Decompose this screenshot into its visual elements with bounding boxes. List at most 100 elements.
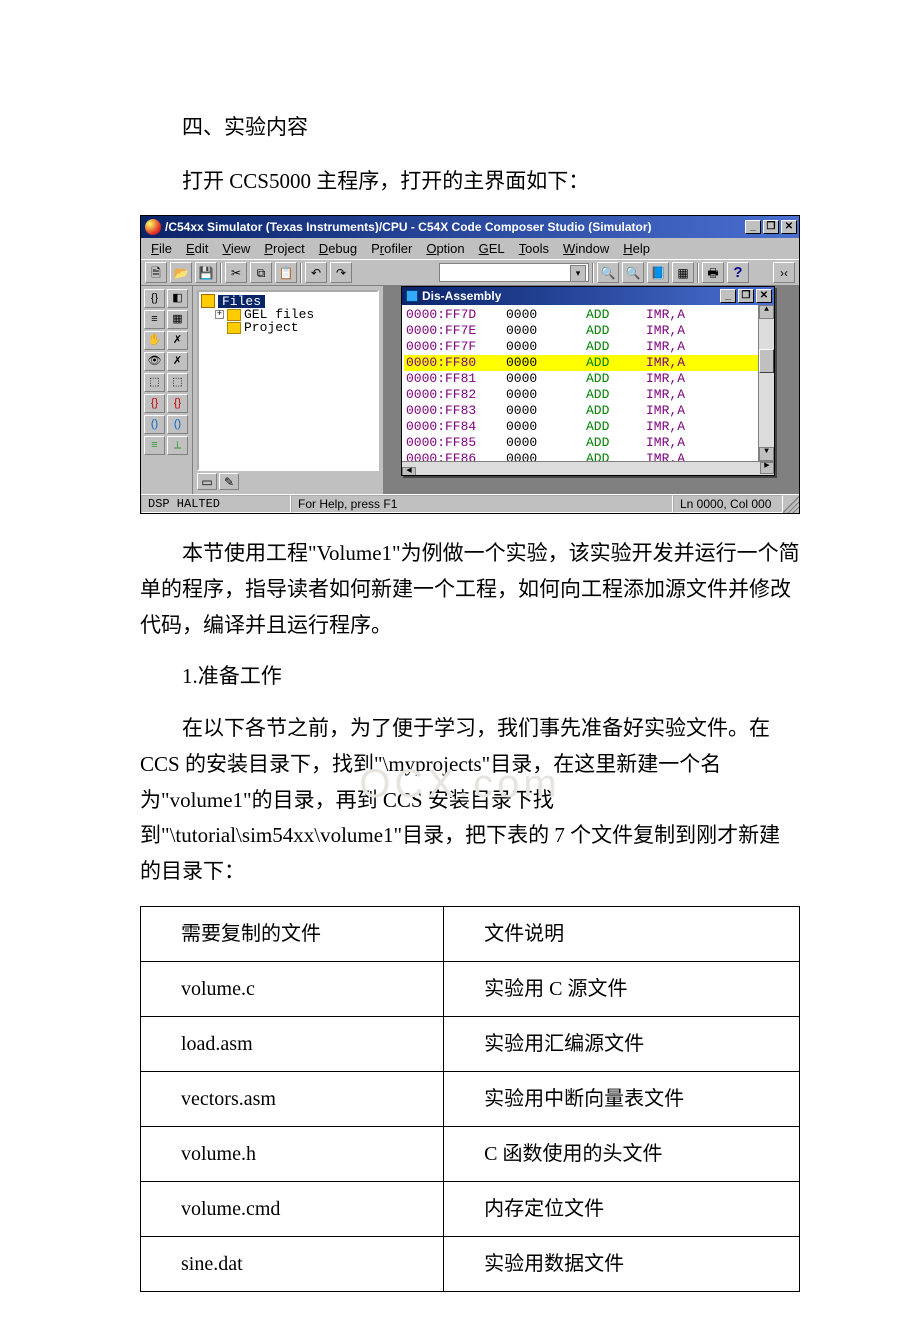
vertical-scrollbar[interactable]: ▲ ▼ — [758, 305, 774, 461]
disasm-addr: 0000:FF7E — [406, 323, 506, 339]
menu-view[interactable]: View — [216, 240, 256, 257]
table-cell-desc: 实验用中断向量表文件 — [444, 1071, 800, 1126]
project-tree-panel: Files + GEL files Project ▭ ✎ — [193, 286, 383, 494]
side-hand[interactable]: ✋ — [144, 331, 165, 350]
side-lines[interactable]: ≡ — [144, 310, 165, 329]
disasm-code: 0000 — [506, 323, 586, 339]
disasm-arg: IMR,A — [646, 387, 726, 403]
new-button[interactable]: 🗎 — [145, 262, 167, 283]
side-clear[interactable]: ✗ — [167, 331, 188, 350]
window-title: /C54xx Simulator (Texas Instruments)/CPU… — [165, 221, 745, 233]
disasm-row[interactable]: 0000:FF830000ADDIMR,A — [404, 403, 772, 419]
project-tree[interactable]: Files + GEL files Project — [197, 290, 379, 471]
menu-profiler[interactable]: Profiler — [365, 240, 418, 257]
status-bar: DSP HALTED For Help, press F1 Ln 0000, C… — [141, 494, 799, 513]
expand-icon[interactable]: + — [215, 310, 224, 319]
side-box2[interactable]: ⬚ — [167, 373, 188, 392]
side-split[interactable]: ◧ — [167, 289, 188, 308]
disasm-code: 0000 — [506, 307, 586, 323]
side-toggle-braces[interactable]: {} — [144, 289, 165, 308]
tree-item-project[interactable]: Project — [201, 321, 375, 334]
table-cell-file: sine.dat — [141, 1236, 444, 1291]
block-button[interactable]: ▦ — [672, 262, 694, 283]
disasm-row[interactable]: 0000:FF810000ADDIMR,A — [404, 371, 772, 387]
table-row: load.asm实验用汇编源文件 — [141, 1016, 800, 1071]
scroll-left-icon[interactable]: ◀ — [402, 467, 416, 475]
side-step-over[interactable]: {} — [167, 394, 188, 413]
disasm-addr: 0000:FF80 — [406, 355, 506, 371]
disasm-max-button[interactable]: ❐ — [738, 289, 754, 303]
status-position: Ln 0000, Col 000 — [673, 495, 783, 513]
scroll-right-icon[interactable]: ▶ — [760, 462, 774, 474]
cut-button[interactable]: ✂ — [225, 262, 247, 283]
resize-grip-icon[interactable] — [783, 495, 799, 513]
titlebar[interactable]: /C54xx Simulator (Texas Instruments)/CPU… — [141, 216, 799, 238]
undo-button[interactable]: ↶ — [305, 262, 327, 283]
disasm-row[interactable]: 0000:FF840000ADDIMR,A — [404, 419, 772, 435]
close-button[interactable]: ✕ — [781, 220, 797, 234]
copy-button[interactable]: ⧉ — [250, 262, 272, 283]
menu-window[interactable]: Window — [557, 240, 615, 257]
menu-option[interactable]: Option — [420, 240, 470, 257]
disasm-row[interactable]: 0000:FF820000ADDIMR,A — [404, 387, 772, 403]
config-dropdown[interactable] — [439, 263, 589, 282]
disasm-arg: IMR,A — [646, 355, 726, 371]
tree-tab-1[interactable]: ▭ — [197, 473, 217, 490]
find-button[interactable]: 🔍 — [597, 262, 619, 283]
minimize-button[interactable]: _ — [745, 220, 761, 234]
table-row: volume.hC 函数使用的头文件 — [141, 1126, 800, 1181]
print-button[interactable]: 🖶 — [702, 262, 724, 283]
disasm-row[interactable]: 0000:FF850000ADDIMR,A — [404, 435, 772, 451]
side-run[interactable]: ≡ — [144, 436, 165, 455]
find-next-button[interactable]: 🔍 — [622, 262, 644, 283]
menu-edit[interactable]: Edit — [180, 240, 214, 257]
menu-tools[interactable]: Tools — [513, 240, 555, 257]
tree-root-files[interactable]: Files — [218, 295, 265, 308]
side-grid[interactable]: ▦ — [167, 310, 188, 329]
files-table: 需要复制的文件 文件说明 volume.c实验用 C 源文件load.asm实验… — [140, 906, 800, 1292]
toolbar-separator — [220, 263, 222, 283]
files-icon — [201, 294, 215, 308]
menu-debug[interactable]: Debug — [313, 240, 363, 257]
toolbar-separator — [697, 263, 699, 283]
horizontal-scrollbar[interactable]: ◀ ▶ — [402, 461, 774, 475]
disasm-code: 0000 — [506, 355, 586, 371]
body-para-1: 本节使用工程"Volume1"为例做一个实验，该实验开发并运行一个简单的程序，指… — [140, 536, 800, 643]
menu-gel[interactable]: GEL — [473, 240, 511, 257]
maximize-button[interactable]: ❐ — [763, 220, 779, 234]
disasm-row[interactable]: 0000:FF7D0000ADDIMR,A — [404, 307, 772, 323]
open-button[interactable]: 📂 — [170, 262, 192, 283]
disasm-arg: IMR,A — [646, 323, 726, 339]
disasm-min-button[interactable]: _ — [720, 289, 736, 303]
disasm-close-button[interactable]: ✕ — [756, 289, 772, 303]
marker-button[interactable]: ›‹ — [773, 262, 795, 283]
side-watch[interactable]: 👁 — [144, 352, 165, 371]
disasm-body[interactable]: 0000:FF7D0000ADDIMR,A0000:FF7E0000ADDIMR… — [402, 305, 774, 475]
bookmark-button[interactable]: 📘 — [647, 262, 669, 283]
side-halt[interactable]: ⟂ — [167, 436, 188, 455]
help-button[interactable]: ? — [727, 262, 749, 283]
disasm-op: ADD — [586, 339, 646, 355]
scroll-down-icon[interactable]: ▼ — [759, 447, 774, 461]
disasm-addr: 0000:FF81 — [406, 371, 506, 387]
table-header-row: 需要复制的文件 文件说明 — [141, 906, 800, 961]
table-cell-desc: 内存定位文件 — [444, 1181, 800, 1236]
save-button[interactable]: 💾 — [195, 262, 217, 283]
side-step-into[interactable]: {} — [144, 394, 165, 413]
side-step-return[interactable]: () — [167, 415, 188, 434]
side-step-out[interactable]: () — [144, 415, 165, 434]
body-para-2: 在以下各节之前，为了便于学习，我们事先准备好实验文件。在 CCS 的安装目录下，… — [140, 711, 800, 889]
side-clear2[interactable]: ✗ — [167, 352, 188, 371]
menu-help[interactable]: Help — [617, 240, 656, 257]
scroll-up-icon[interactable]: ▲ — [759, 305, 774, 319]
menu-file[interactable]: File — [145, 240, 178, 257]
redo-button[interactable]: ↷ — [330, 262, 352, 283]
disasm-row[interactable]: 0000:FF800000ADDIMR,A — [404, 355, 772, 371]
disasm-row[interactable]: 0000:FF7F0000ADDIMR,A — [404, 339, 772, 355]
disasm-row[interactable]: 0000:FF7E0000ADDIMR,A — [404, 323, 772, 339]
scroll-thumb[interactable] — [759, 349, 774, 373]
side-box1[interactable]: ⬚ — [144, 373, 165, 392]
paste-button[interactable]: 📋 — [275, 262, 297, 283]
menu-project[interactable]: Project — [258, 240, 310, 257]
tree-tab-2[interactable]: ✎ — [219, 473, 239, 490]
